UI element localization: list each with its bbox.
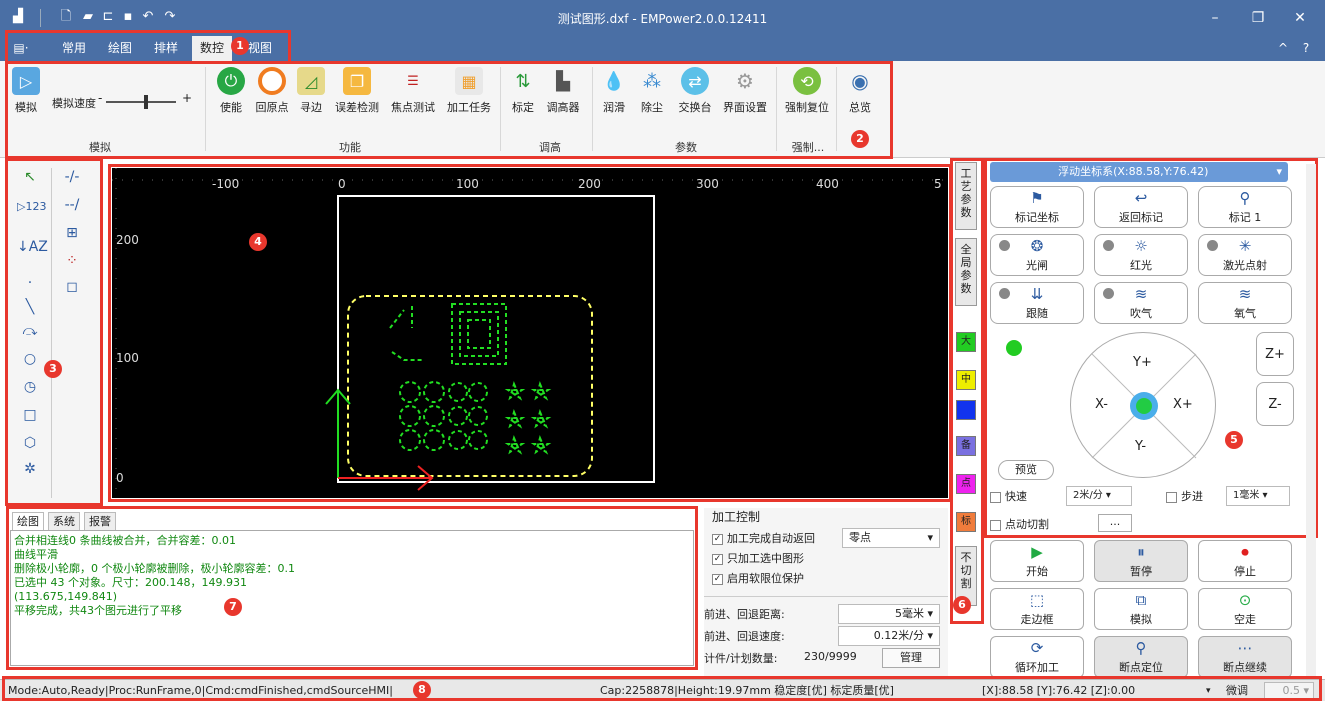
close-icon[interactable]: ✕	[1280, 6, 1320, 30]
badge-1: 1	[231, 37, 249, 55]
locate-icon: ⚲	[1135, 639, 1147, 657]
manage-button[interactable]: 管理	[882, 648, 940, 668]
window-title: 测试图形.dxf - EMPower2.0.0.12411	[557, 12, 768, 26]
selected-only-option[interactable]: ✓ 只加工选中图形	[712, 550, 804, 566]
simulate-run-icon: ⧉	[1135, 591, 1147, 609]
highlight-6	[950, 158, 984, 624]
badge-8: 8	[413, 681, 431, 699]
help-icon[interactable]: ?	[1298, 36, 1314, 61]
auto-return-option[interactable]: ✓ 加工完成自动返回	[712, 530, 815, 546]
start-button[interactable]: ▶ 开始	[990, 540, 1084, 582]
minimize-icon[interactable]: –	[1195, 6, 1235, 30]
breakpoint-locate-button[interactable]: ⚲ 断点定位	[1094, 636, 1188, 678]
stop-icon: ⏺	[1241, 543, 1249, 561]
distance-field[interactable]: 5毫米 ▾	[838, 604, 940, 624]
badge-4: 4	[249, 233, 267, 251]
pause-button[interactable]: ⏸ 暂停	[1094, 540, 1188, 582]
simulate-run-button[interactable]: ⧉ 模拟	[1094, 588, 1188, 630]
process-title: 加工控制	[712, 510, 761, 524]
soft-limit-option[interactable]: ✓ 启用软限位保护	[712, 570, 804, 586]
frame-button[interactable]: ⬚ 走边框	[990, 588, 1084, 630]
return-point-select[interactable]: 零点 ▾	[842, 528, 940, 548]
frame-icon: ⬚	[1029, 591, 1045, 609]
pause-icon: ⏸	[1137, 543, 1145, 561]
stop-button[interactable]: ⏺ 停止	[1198, 540, 1292, 582]
highlight-8	[2, 676, 1322, 701]
checkbox-checked[interactable]: ✓	[712, 533, 723, 545]
dry-run-button[interactable]: ⊙ 空走	[1198, 588, 1292, 630]
badge-7: 7	[224, 598, 242, 616]
dry-run-icon: ⊙	[1238, 591, 1252, 609]
count-value: 230/9999	[804, 650, 857, 663]
badge-3: 3	[44, 360, 62, 378]
badge-2: 2	[851, 130, 869, 148]
highlight-5	[984, 158, 1318, 538]
speed-label: 前进、回退速度:	[704, 630, 785, 643]
speed-field[interactable]: 0.12米/分 ▾	[838, 626, 940, 646]
right-scrollbar[interactable]	[1306, 164, 1316, 684]
highlight-7	[6, 506, 698, 670]
collapse-ribbon-icon[interactable]: ^	[1276, 36, 1290, 61]
highlight-2	[5, 61, 893, 159]
badge-5: 5	[1225, 431, 1243, 449]
loop-process-button[interactable]: ⟳ 循环加工	[990, 636, 1084, 678]
badge-6: 6	[953, 596, 971, 614]
play-icon: ▶	[1031, 543, 1043, 561]
loop-icon: ⟳	[1030, 639, 1044, 657]
continue-icon: ⋯	[1237, 639, 1253, 657]
count-label: 计件/计划数量:	[704, 652, 778, 665]
highlight-4	[108, 164, 952, 502]
breakpoint-continue-button[interactable]: ⋯ 断点继续	[1198, 636, 1292, 678]
highlight-3	[5, 158, 103, 506]
process-control-panel: 加工控制 ✓ 加工完成自动返回 零点 ▾ ✓ 只加工选中图形 ✓ 启用软限位保护 前进、…	[704, 508, 948, 676]
distance-label: 前进、回退距离:	[704, 608, 785, 621]
restore-icon[interactable]: ❐	[1238, 6, 1278, 30]
